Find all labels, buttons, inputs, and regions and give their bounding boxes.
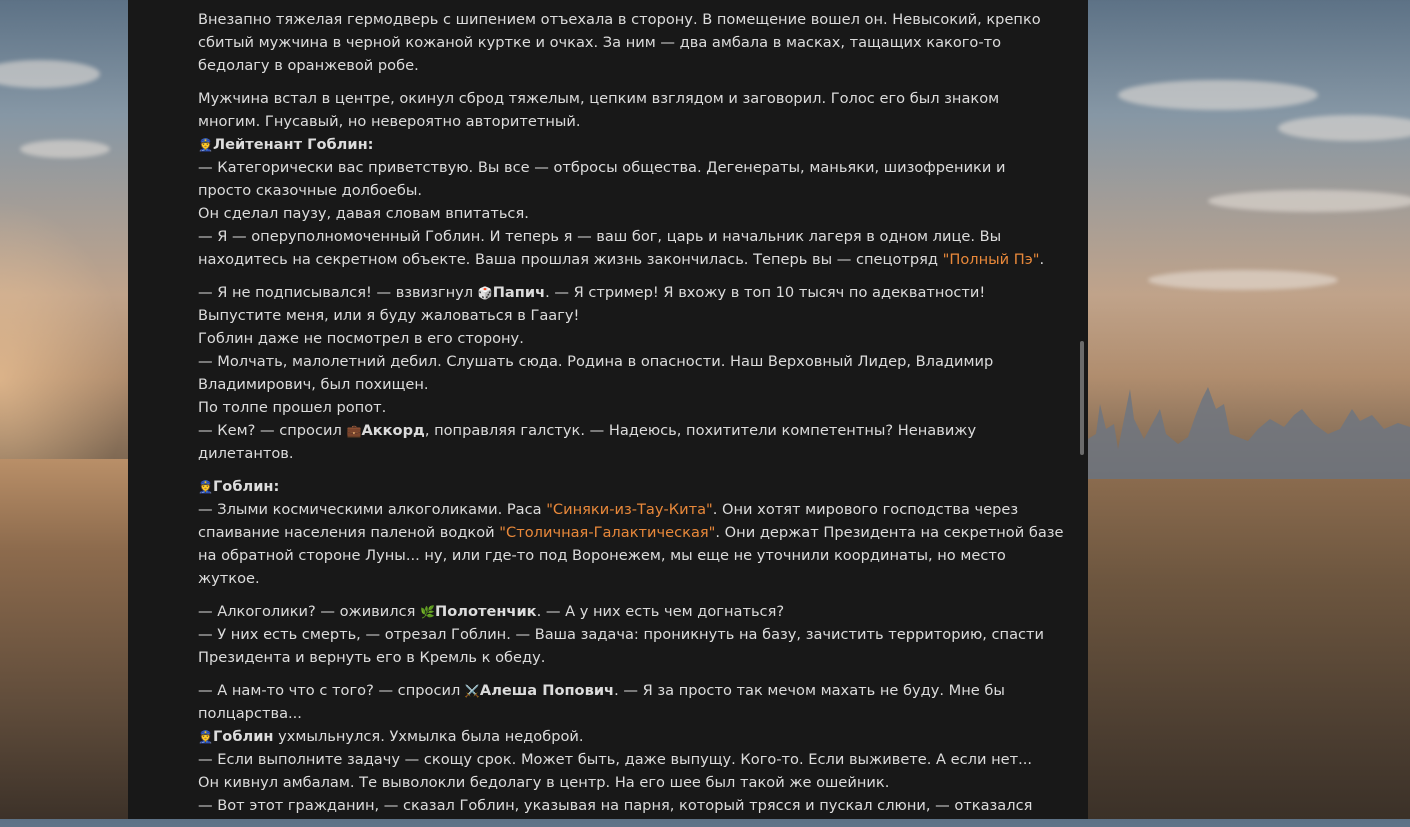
text-line: Внезапно тяжелая гермодверь с шипением о… bbox=[198, 11, 1041, 28]
text-line: Гоблин даже не посмотрел в его сторону. bbox=[198, 330, 524, 347]
crossed-swords-icon: ⚔️ bbox=[464, 684, 480, 698]
paragraph-5: — Алкоголики? — оживился 🌿Полотенчик. — … bbox=[198, 600, 1045, 669]
text-line: на обратной стороне Луны... ну, или где-… bbox=[198, 547, 1006, 564]
text-line: — Если выполните задачу — скощу срок. Мо… bbox=[198, 751, 1033, 768]
highlight-term: "Синяки-из-Тау-Кита" bbox=[546, 501, 713, 518]
text-fragment: . Они держат Президента на секретной баз… bbox=[715, 524, 1064, 541]
speaker-name: Лейтенант Гоблин: bbox=[213, 136, 374, 153]
text-line: просто сказочные долбоебы. bbox=[198, 182, 423, 199]
text-fragment: . — Я стример! Я вхожу в топ 10 тысяч по… bbox=[545, 284, 986, 301]
highlight-term: "Столичная-Галактическая" bbox=[499, 524, 716, 541]
text-fragment: . Они хотят мирового господства через bbox=[712, 501, 1019, 518]
text-line: Он кивнул амбалам. Те выволокли бедолагу… bbox=[198, 774, 890, 791]
desert-ground bbox=[0, 459, 128, 819]
desert-ground bbox=[1088, 479, 1410, 819]
police-officer-icon: 👮 bbox=[198, 480, 213, 494]
text-fragment: ухмыльнулся. Ухмылка была недоброй. bbox=[273, 728, 584, 745]
paragraph-1: Внезапно тяжелая гермодверь с шипением о… bbox=[198, 8, 1041, 77]
cloud bbox=[20, 140, 110, 158]
text-line: Президента и вернуть его в Кремль к обед… bbox=[198, 649, 546, 666]
story-text: Внезапно тяжелая гермодверь с шипением о… bbox=[198, 8, 1064, 827]
text-line: — Я не подписывался! — взвизгнул 🎲Папич.… bbox=[198, 281, 1040, 304]
character-name: Алеша Попович bbox=[479, 682, 615, 699]
text-fragment: , поправляя галстук. — Надеюсь, похитите… bbox=[424, 422, 977, 439]
speaker-name: Гоблин: bbox=[213, 478, 280, 495]
text-line: Мужчина встал в центре, окинул сброд тяж… bbox=[198, 90, 1000, 107]
text-line: — А нам-то что с того? — спросил ⚔️Алеша… bbox=[198, 679, 1040, 702]
text-line: жуткое. bbox=[198, 570, 260, 587]
text-line: — Кем? — спросил 💼Аккорд, поправляя галс… bbox=[198, 419, 1040, 442]
city-ruins-silhouette bbox=[1088, 387, 1410, 489]
text-line: — Злыми космическими алкоголиками. Раса … bbox=[198, 498, 1040, 521]
paragraph-3: — Я не подписывался! — взвизгнул 🎲Папич.… bbox=[198, 281, 1040, 465]
text-line: сбитый мужчина в черной кожаной куртке и… bbox=[198, 34, 1002, 51]
cloud bbox=[1278, 115, 1410, 141]
dice-icon: 🎲 bbox=[477, 286, 493, 300]
speaker-line: 👮Гоблин: bbox=[198, 475, 1040, 498]
scrollbar-thumb[interactable] bbox=[1080, 341, 1084, 455]
cloud bbox=[1118, 80, 1318, 110]
cloud bbox=[1208, 190, 1410, 212]
text-line: спаивание населения паленой водкой "Стол… bbox=[198, 521, 1064, 544]
text-fragment: — Кем? — спросил bbox=[198, 422, 347, 439]
story-panel: Внезапно тяжелая гермодверь с шипением о… bbox=[128, 0, 1088, 819]
text-line: — Алкоголики? — оживился 🌿Полотенчик. — … bbox=[198, 600, 1040, 623]
text-line: — У них есть смерть, — отрезал Гоблин. —… bbox=[198, 626, 1045, 643]
cloud bbox=[1148, 270, 1338, 290]
speaker-line: 👮Лейтенант Гоблин: bbox=[198, 133, 1040, 156]
text-fragment: — А нам-то что с того? — спросил bbox=[198, 682, 465, 699]
text-line: Выпустите меня, или я буду жаловаться в … bbox=[198, 307, 580, 324]
text-fragment: — Алкоголики? — оживился bbox=[198, 603, 421, 620]
text-fragment: — Я не подписывался! — взвизгнул bbox=[198, 284, 478, 301]
text-line: дилетантов. bbox=[198, 445, 294, 462]
text-fragment: . — А у них есть чем догнаться? bbox=[536, 603, 785, 620]
text-fragment: спаивание населения паленой водкой bbox=[198, 524, 500, 541]
background-left bbox=[0, 0, 128, 819]
text-line: — Категорически вас приветствую. Вы все … bbox=[198, 159, 1006, 176]
paragraph-4: 👮Гоблин: — Злыми космическими алкоголика… bbox=[198, 475, 1064, 590]
character-name: Папич bbox=[492, 284, 546, 301]
text-line: По толпе прошел ропот. bbox=[198, 399, 387, 416]
character-name: Полотенчик bbox=[435, 603, 537, 620]
character-name: Аккорд bbox=[361, 422, 425, 439]
text-line: многим. Гнусавый, но невероятно авторите… bbox=[198, 113, 581, 130]
police-officer-icon: 👮 bbox=[198, 138, 213, 152]
text-line: Он сделал паузу, давая словам впитаться. bbox=[198, 205, 529, 222]
cloud bbox=[0, 60, 100, 88]
text-line: — Вот этот гражданин, — сказал Гоблин, у… bbox=[198, 797, 1033, 814]
text-fragment: — Злыми космическими алкоголиками. Раса bbox=[198, 501, 547, 518]
text-line: — Молчать, малолетний дебил. Слушать сюд… bbox=[198, 353, 994, 370]
paragraph-6: — А нам-то что с того? — спросил ⚔️Алеша… bbox=[198, 679, 1040, 817]
highlight-term: "Полный Пэ" bbox=[942, 251, 1040, 268]
text-line: полцарства... bbox=[198, 705, 302, 722]
herb-icon: 🌿 bbox=[420, 605, 435, 619]
text-fragment: . bbox=[1039, 251, 1045, 268]
sun-haze bbox=[0, 200, 128, 500]
text-fragment: . — Я за просто так мечом махать не буду… bbox=[614, 682, 1005, 699]
text-fragment: находитесь на секретном объекте. Ваша пр… bbox=[198, 251, 943, 268]
briefcase-icon: 💼 bbox=[346, 424, 362, 438]
text-line: 👮Гоблин ухмыльнулся. Ухмылка была недобр… bbox=[198, 725, 1040, 748]
text-line: — Я — оперуполномоченный Гоблин. И тепер… bbox=[198, 228, 1002, 245]
character-name: Гоблин bbox=[213, 728, 274, 745]
text-line: находитесь на секретном объекте. Ваша пр… bbox=[198, 248, 1044, 271]
text-line: бедолагу в оранжевой робе. bbox=[198, 57, 419, 74]
text-line: Владимирович, был похищен. bbox=[198, 376, 429, 393]
background-right bbox=[1088, 0, 1410, 819]
paragraph-2: Мужчина встал в центре, окинул сброд тяж… bbox=[198, 87, 1044, 271]
police-officer-icon: 👮 bbox=[198, 730, 213, 744]
